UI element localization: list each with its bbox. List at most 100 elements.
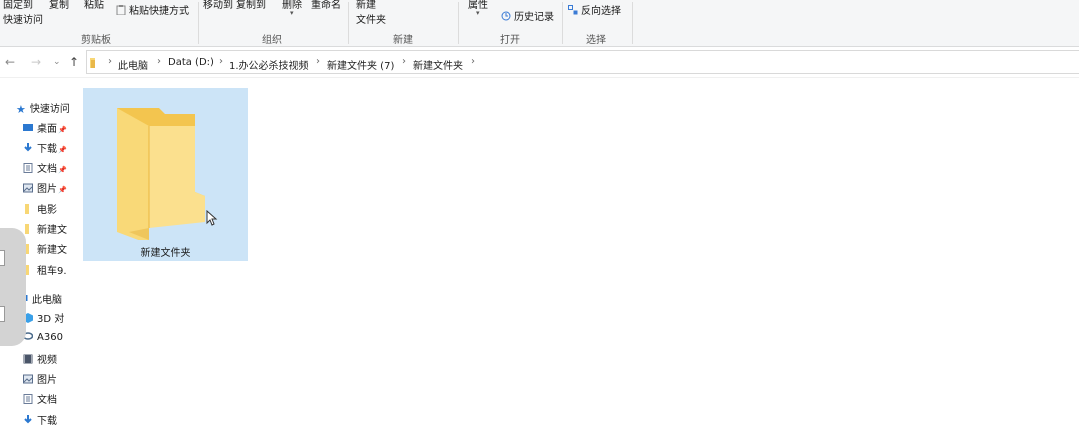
history-button[interactable]: 历史记录	[501, 8, 554, 23]
move-to-button[interactable]: 移动到	[203, 0, 233, 11]
sidebar-item-car-rental[interactable]: 租车9.	[23, 262, 67, 278]
sidebar-item-pictures[interactable]: 图片📌	[23, 180, 67, 196]
ribbon-separator	[198, 2, 199, 44]
paste-shortcut-icon	[116, 5, 126, 15]
copy-button[interactable]: 复制	[49, 0, 69, 11]
sidebar-item-a360[interactable]: A360	[23, 331, 63, 347]
breadcrumb-chevron-icon[interactable]: ›	[108, 56, 112, 67]
sidebar-label: 新建文	[37, 225, 67, 236]
breadcrumb-chevron-icon[interactable]: ›	[316, 56, 320, 67]
paste-button[interactable]: 粘贴	[84, 0, 104, 11]
new-label: 新建	[356, 0, 376, 11]
sidebar-label: 文档	[37, 395, 57, 406]
paste-shortcut-label: 粘贴快捷方式	[129, 6, 189, 17]
pin-icon: 📌	[58, 166, 67, 174]
star-icon: ★	[16, 103, 26, 116]
handle-mark	[0, 306, 5, 322]
breadcrumb-chevron-icon[interactable]: ›	[471, 56, 475, 67]
ribbon-separator	[458, 2, 459, 44]
breadcrumb-chevron-icon[interactable]: ›	[219, 56, 223, 67]
sidebar-label: 3D 对	[37, 314, 65, 325]
sidebar-item-new-folder-2[interactable]: 新建文	[23, 241, 67, 257]
invert-selection-icon	[568, 5, 578, 15]
group-select: 选择	[586, 35, 606, 46]
sidebar-label: 下载	[37, 416, 57, 427]
download-icon	[24, 143, 32, 152]
group-new: 新建	[393, 35, 413, 46]
up-arrow-icon[interactable]: ↑	[69, 55, 79, 69]
document-icon	[23, 394, 33, 404]
address-bar[interactable]: › 此电脑 › Data (D:) › 1.办公必杀技视频 › 新建文件夹 (7…	[86, 50, 1079, 74]
history-icon	[501, 11, 511, 21]
paste-shortcut-button[interactable]: 粘贴快捷方式	[116, 2, 189, 17]
desktop-icon	[23, 124, 33, 131]
pin-quick-access-button[interactable]: 固定到 快速访问	[3, 0, 43, 26]
pin-icon: 📌	[58, 146, 67, 154]
group-open: 打开	[500, 35, 520, 46]
sidebar-item-desktop[interactable]: 桌面📌	[23, 120, 67, 136]
history-label: 历史记录	[514, 12, 554, 23]
new-folder-button[interactable]: 新建 文件夹	[356, 0, 386, 26]
folder-icon	[25, 224, 29, 234]
sidebar-label: 图片	[37, 375, 57, 386]
sidebar-item-documents[interactable]: 文档📌	[23, 160, 67, 176]
mouse-cursor-icon	[206, 210, 218, 226]
invert-selection-button[interactable]: 反向选择	[568, 2, 621, 17]
properties-dropdown-icon[interactable]: ▾	[476, 9, 480, 17]
pin-icon: 📌	[58, 186, 67, 194]
breadcrumb-new-folder[interactable]: 新建文件夹	[413, 57, 463, 72]
sidebar-label: 此电脑	[32, 295, 62, 306]
sidebar-item-downloads-pc[interactable]: 下载	[23, 412, 57, 428]
rename-button[interactable]: 重命名	[311, 0, 341, 11]
new-folder-label: 文件夹	[356, 15, 386, 26]
breadcrumb-this-pc[interactable]: 此电脑	[118, 57, 148, 72]
breadcrumb-data-drive[interactable]: Data (D:)	[168, 57, 214, 68]
sidebar-quick-access[interactable]: ★ 快速访问	[16, 100, 70, 116]
navigation-bar: ← → ⌄ ↑ › 此电脑 › Data (D:) › 1.办公必杀技视频 › …	[0, 47, 1079, 78]
folder-large-icon	[117, 108, 205, 240]
pin-label-1: 固定到	[3, 0, 33, 11]
picture-icon	[23, 374, 33, 384]
breadcrumb-chevron-icon[interactable]: ›	[402, 56, 406, 67]
ribbon: 固定到 快速访问 复制 粘贴 粘贴快捷方式 移动到 复制到 删除 ▾ 重命名 新…	[0, 0, 1079, 47]
pin-label-2: 快速访问	[3, 15, 43, 26]
floating-side-handle[interactable]	[0, 228, 26, 346]
group-organize: 组织	[262, 35, 282, 46]
sidebar-item-pictures-pc[interactable]: 图片	[23, 371, 57, 387]
download-icon	[24, 415, 32, 424]
sidebar-item-documents-pc[interactable]: 文档	[23, 391, 57, 407]
sidebar-item-downloads[interactable]: 下载📌	[23, 140, 67, 156]
recent-locations-icon[interactable]: ⌄	[53, 57, 61, 67]
ribbon-separator	[562, 2, 563, 44]
sidebar-item-videos[interactable]: 视频	[23, 351, 57, 367]
sidebar-label: 新建文	[37, 245, 67, 256]
back-arrow-icon[interactable]: ←	[5, 55, 15, 69]
sidebar-label: 下载	[37, 144, 57, 155]
folder-icon	[25, 204, 29, 214]
sidebar-item-3d-objects[interactable]: 3D 对	[23, 310, 64, 326]
sidebar-label: 桌面	[37, 124, 57, 135]
ribbon-separator	[348, 2, 349, 44]
folder-name-label[interactable]: 新建文件夹	[83, 244, 248, 259]
folder-item-new-folder[interactable]: 新建文件夹	[83, 88, 248, 261]
document-icon	[23, 163, 33, 173]
breadcrumb-chevron-icon[interactable]: ›	[157, 56, 161, 67]
sidebar-label: 文档	[37, 164, 57, 175]
sidebar-label: 图片	[37, 184, 57, 195]
picture-icon	[23, 183, 33, 193]
forward-arrow-icon[interactable]: →	[31, 55, 41, 69]
sidebar-item-movies[interactable]: 电影	[23, 201, 57, 217]
sidebar-item-new-folder-1[interactable]: 新建文	[23, 221, 67, 237]
copy-to-button[interactable]: 复制到	[236, 0, 266, 11]
sidebar-label: 视频	[37, 355, 57, 366]
file-list[interactable]: 新建文件夹	[72, 78, 1079, 437]
breadcrumb-new-folder-7[interactable]: 新建文件夹 (7)	[327, 57, 394, 72]
folder-icon	[90, 58, 95, 68]
delete-dropdown-icon[interactable]: ▾	[290, 9, 294, 17]
sidebar-label: A360	[37, 332, 63, 343]
sidebar-label: 电影	[37, 205, 57, 216]
handle-mark	[0, 250, 5, 266]
breadcrumb-office-videos[interactable]: 1.办公必杀技视频	[229, 57, 309, 72]
pin-icon: 📌	[58, 126, 67, 134]
sidebar-label: 租车9.	[37, 266, 67, 277]
